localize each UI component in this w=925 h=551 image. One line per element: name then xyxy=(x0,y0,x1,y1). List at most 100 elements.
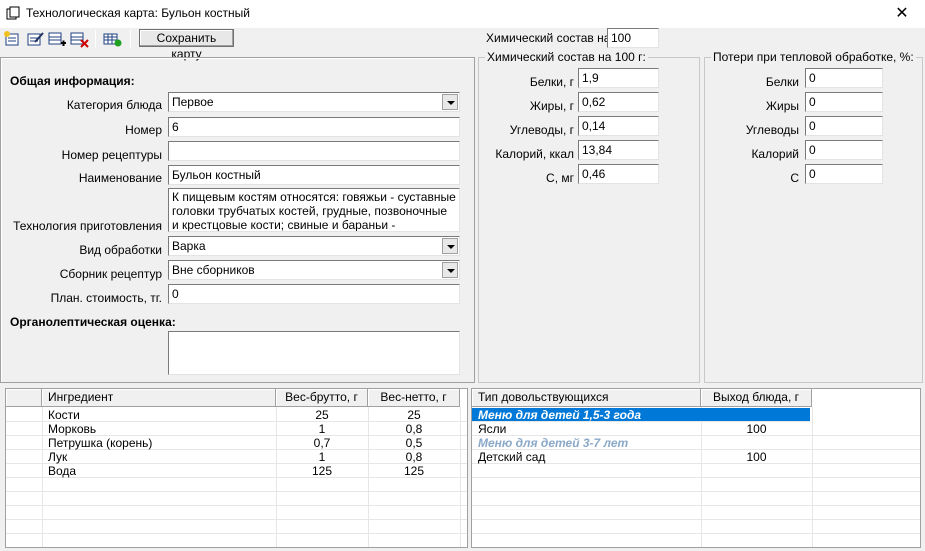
table-row[interactable] xyxy=(472,492,920,506)
chem-row-label: Жиры, г xyxy=(529,99,574,113)
chevron-down-icon[interactable] xyxy=(442,94,458,110)
processing-label: Вид обработки xyxy=(79,243,162,257)
table-row[interactable]: Петрушка (корень) 0,7 0,5 xyxy=(6,436,467,450)
edit-card-icon[interactable] xyxy=(25,30,45,48)
name-input[interactable]: Бульон костный xyxy=(168,165,460,185)
losses-group-title: Потери при тепловой обработке, %: xyxy=(711,50,916,64)
toolbar: Сохранить карту xyxy=(0,28,925,61)
category-label: Категория блюда xyxy=(66,98,162,112)
organoleptic-textarea[interactable] xyxy=(168,331,460,375)
loss-row-label: Калорий xyxy=(751,147,799,161)
row-indicator-header xyxy=(6,389,42,407)
app-icon xyxy=(6,6,20,20)
ingredient-column-header[interactable]: Ингредиент xyxy=(42,389,276,407)
chem-row-input[interactable]: 0,62 xyxy=(578,92,659,112)
loss-row-label: С xyxy=(790,171,799,185)
chem-row-label: Белки, г xyxy=(529,75,574,89)
new-card-icon[interactable] xyxy=(3,30,23,48)
chem-row-label: Калорий, ккал xyxy=(495,147,574,161)
yield-cell xyxy=(701,408,812,422)
table-row[interactable] xyxy=(6,478,467,492)
number-input[interactable]: 6 xyxy=(168,117,460,137)
net-weight-cell: 125 xyxy=(403,464,425,478)
yield-cell: 100 xyxy=(746,450,767,464)
chevron-down-icon[interactable] xyxy=(442,238,458,254)
number-label: Номер xyxy=(125,123,162,137)
chem-row-input[interactable]: 0,14 xyxy=(578,116,659,136)
gross-weight-cell: 25 xyxy=(315,408,329,422)
general-heading: Общая информация: xyxy=(10,74,135,88)
chem-group-title: Химический состав на 100 г: xyxy=(485,50,648,64)
table-row[interactable] xyxy=(6,520,467,534)
name-label: Наименование xyxy=(78,171,162,185)
organoleptic-heading: Органолептическая оценка: xyxy=(10,315,176,329)
ingredient-name-cell: Вода xyxy=(48,464,77,478)
table-row[interactable]: Меню для детей 3-7 лет xyxy=(472,436,920,450)
table-row[interactable]: Ясли 100 xyxy=(472,422,920,436)
loss-row-input[interactable]: 0 xyxy=(805,164,883,184)
chem-on-input[interactable]: 100 xyxy=(607,28,659,48)
recipe-number-input[interactable] xyxy=(168,141,460,161)
gross-weight-cell: 125 xyxy=(311,464,333,478)
table-row[interactable] xyxy=(6,534,467,547)
ingredient-name-cell: Кости xyxy=(48,408,80,422)
title-bar: Технологическая карта: Бульон костный ✕ xyxy=(0,0,925,28)
technology-textarea[interactable]: К пищевым костям относятся: говяжьи - су… xyxy=(168,188,460,232)
ingredient-name-cell: Морковь xyxy=(48,422,97,436)
consumers-grid[interactable]: Тип довольствующихся Выход блюда, г Меню… xyxy=(471,388,921,548)
table-row[interactable] xyxy=(6,492,467,506)
net-weight-cell: 0,8 xyxy=(405,422,423,436)
table-row[interactable] xyxy=(472,464,920,478)
loss-row-input[interactable]: 0 xyxy=(805,68,883,88)
grid-add-icon[interactable] xyxy=(102,30,122,48)
close-button[interactable]: ✕ xyxy=(879,0,925,28)
table-row[interactable] xyxy=(472,534,920,547)
gross-weight-cell: 1 xyxy=(318,450,326,464)
net-weight-cell: 0,8 xyxy=(405,450,423,464)
ingredient-name-cell: Петрушка (корень) xyxy=(48,436,153,450)
collection-select[interactable]: Вне сборников xyxy=(168,260,460,280)
net-column-header[interactable]: Вес-нетто, г xyxy=(368,389,460,407)
chem-row-label: Углеводы, г xyxy=(509,123,574,137)
yield-cell: 100 xyxy=(746,422,767,436)
ingredients-grid[interactable]: Ингредиент Вес-брутто, г Вес-нетто, г Ко… xyxy=(5,388,468,548)
chem-row-input[interactable]: 0,46 xyxy=(578,164,659,184)
loss-row-input[interactable]: 0 xyxy=(805,140,883,160)
table-row[interactable]: Кости 25 25 xyxy=(6,408,467,422)
table-row[interactable] xyxy=(6,506,467,520)
consumer-type-cell: Ясли xyxy=(478,422,507,436)
ingredient-name-cell: Лук xyxy=(48,450,68,464)
chem-row-input[interactable]: 1,9 xyxy=(578,68,659,88)
table-row[interactable]: Детский сад 100 xyxy=(472,450,920,464)
toolbar-separator xyxy=(95,30,96,48)
table-row[interactable]: Морковь 1 0,8 xyxy=(6,422,467,436)
chem-row-input[interactable]: 13,84 xyxy=(578,140,659,160)
table-row[interactable] xyxy=(472,506,920,520)
table-row[interactable] xyxy=(472,478,920,492)
processing-select[interactable]: Варка xyxy=(168,236,460,256)
net-weight-cell: 0,5 xyxy=(405,436,423,450)
chevron-down-icon[interactable] xyxy=(442,262,458,278)
add-row-icon[interactable] xyxy=(47,30,67,48)
table-row[interactable] xyxy=(472,520,920,534)
delete-row-icon[interactable] xyxy=(69,30,89,48)
technology-label: Технология приготовления xyxy=(13,219,162,233)
table-row[interactable]: Вода 125 125 xyxy=(6,464,467,478)
gross-weight-cell: 1 xyxy=(318,422,326,436)
cost-label: План. стоимость, тг. xyxy=(50,291,162,305)
gross-column-header[interactable]: Вес-брутто, г xyxy=(276,389,368,407)
cost-input[interactable]: 0 xyxy=(168,284,460,304)
loss-row-label: Белки xyxy=(765,75,799,89)
category-select[interactable]: Первое xyxy=(168,92,460,112)
consumer-type-column-header[interactable]: Тип довольствующихся xyxy=(472,389,701,407)
collection-label: Сборник рецептур xyxy=(59,267,162,281)
loss-row-input[interactable]: 0 xyxy=(805,116,883,136)
table-row[interactable]: Меню для детей 1,5-3 года xyxy=(472,408,810,422)
yield-column-header[interactable]: Выход блюда, г xyxy=(701,389,812,407)
save-card-button[interactable]: Сохранить карту xyxy=(139,29,234,61)
collection-value: Вне сборников xyxy=(172,263,255,277)
table-row[interactable]: Лук 1 0,8 xyxy=(6,450,467,464)
loss-row-label: Углеводы xyxy=(745,123,799,137)
loss-row-input[interactable]: 0 xyxy=(805,92,883,112)
consumer-type-cell: Детский сад xyxy=(478,450,546,464)
